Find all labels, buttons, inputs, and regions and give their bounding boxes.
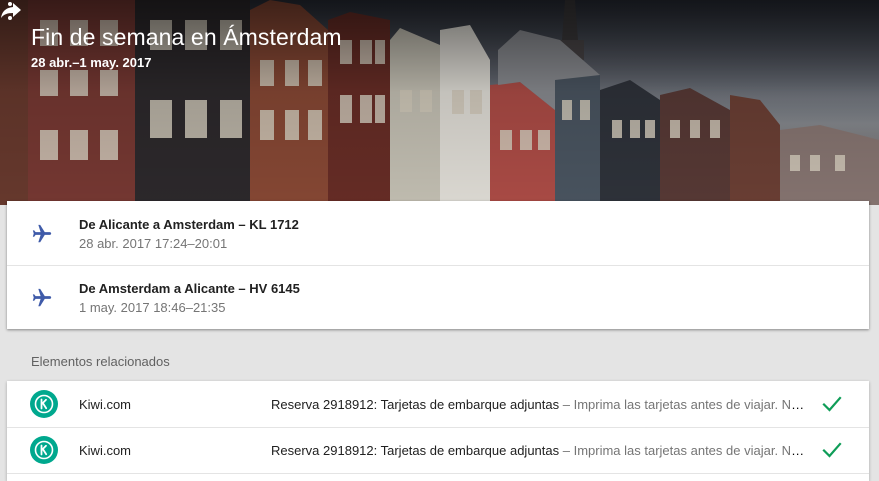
flight-time: 28 abr. 2017 17:24–20:01 <box>79 236 228 251</box>
airplane-icon <box>32 224 52 243</box>
related-item-subject: Reserva 2918912: Tarjetas de embarque ad… <box>271 443 560 458</box>
trip-title: Fin de semana en Ámsterdam <box>31 24 342 50</box>
related-heading: Elementos relacionados <box>31 354 170 369</box>
related-item-text: Reserva 2918912: Tarjetas de embarque ad… <box>271 397 811 412</box>
related-item-sender: Kiwi.com <box>79 397 132 412</box>
flight-title: De Amsterdam a Alicante – HV 6145 <box>79 281 300 296</box>
kiwi-logo-icon <box>30 436 58 464</box>
check-icon <box>822 442 842 458</box>
flight-row[interactable]: De Amsterdam a Alicante – HV 6145 1 may.… <box>7 265 869 329</box>
related-item-sender: Kiwi.com <box>79 443 132 458</box>
related-item-text: Reserva 2918912: Tarjetas de embarque ad… <box>271 443 811 458</box>
check-icon <box>822 396 842 412</box>
related-item[interactable]: Kiwi.com Reserva 2918912: Tarjetas de em… <box>7 427 869 474</box>
flight-row[interactable]: De Alicante a Amsterdam – KL 1712 28 abr… <box>7 201 869 266</box>
flight-time: 1 may. 2017 18:46–21:35 <box>79 300 226 315</box>
related-items-list: Kiwi.com Reserva 2918912: Tarjetas de em… <box>7 381 869 481</box>
trip-header-image: Fin de semana en Ámsterdam 28 abr.–1 may… <box>0 0 879 205</box>
related-item-snippet: – Imprima las tarjetas antes de viajar. … <box>559 443 811 458</box>
airplane-icon <box>32 288 52 307</box>
flight-title: De Alicante a Amsterdam – KL 1712 <box>79 217 299 232</box>
more-vert-icon[interactable] <box>0 0 20 22</box>
flights-card: De Alicante a Amsterdam – KL 1712 28 abr… <box>7 201 869 329</box>
kiwi-logo-icon <box>30 390 58 418</box>
trip-dates: 28 abr.–1 may. 2017 <box>31 55 152 70</box>
related-item[interactable]: Kiwi.com Reserva 2918912: Tarjetas de em… <box>7 381 869 428</box>
related-item-snippet: – Imprima las tarjetas antes de viajar. … <box>559 397 811 412</box>
related-item-subject: Reserva 2918912: Tarjetas de embarque ad… <box>271 397 560 412</box>
